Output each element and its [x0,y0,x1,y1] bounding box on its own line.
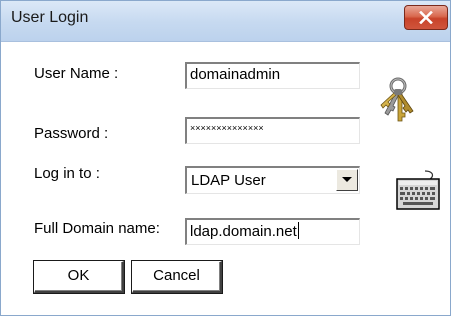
close-icon [419,11,433,24]
password-input[interactable]: ×××××××××××××× [185,117,360,144]
login-dialog: User Login User Name : domainadmin Passw… [0,0,451,316]
chevron-down-icon [342,177,352,182]
dialog-body: User Name : domainadmin Password : ×××××… [1,42,450,315]
username-input[interactable]: domainadmin [185,62,360,89]
text-caret [297,222,299,239]
domain-input[interactable]: ldap.domain.net [185,218,360,245]
cancel-button[interactable]: Cancel [132,261,222,293]
dropdown-button[interactable] [336,169,358,191]
domain-label: Full Domain name: [34,220,160,237]
title-bar[interactable]: User Login [1,1,450,42]
ok-button[interactable]: OK [34,261,124,293]
keys-icon [380,77,414,122]
close-button[interactable] [404,5,448,30]
window-title: User Login [11,9,89,26]
login-to-selected-value: LDAP User [191,172,266,189]
login-to-select[interactable]: LDAP User [185,166,360,194]
password-label: Password : [34,125,109,142]
login-to-label: Log in to : [34,165,100,182]
username-label: User Name : [34,65,119,82]
keyboard-icon [396,170,440,210]
domain-input-text: ldap.domain.net [190,223,297,240]
